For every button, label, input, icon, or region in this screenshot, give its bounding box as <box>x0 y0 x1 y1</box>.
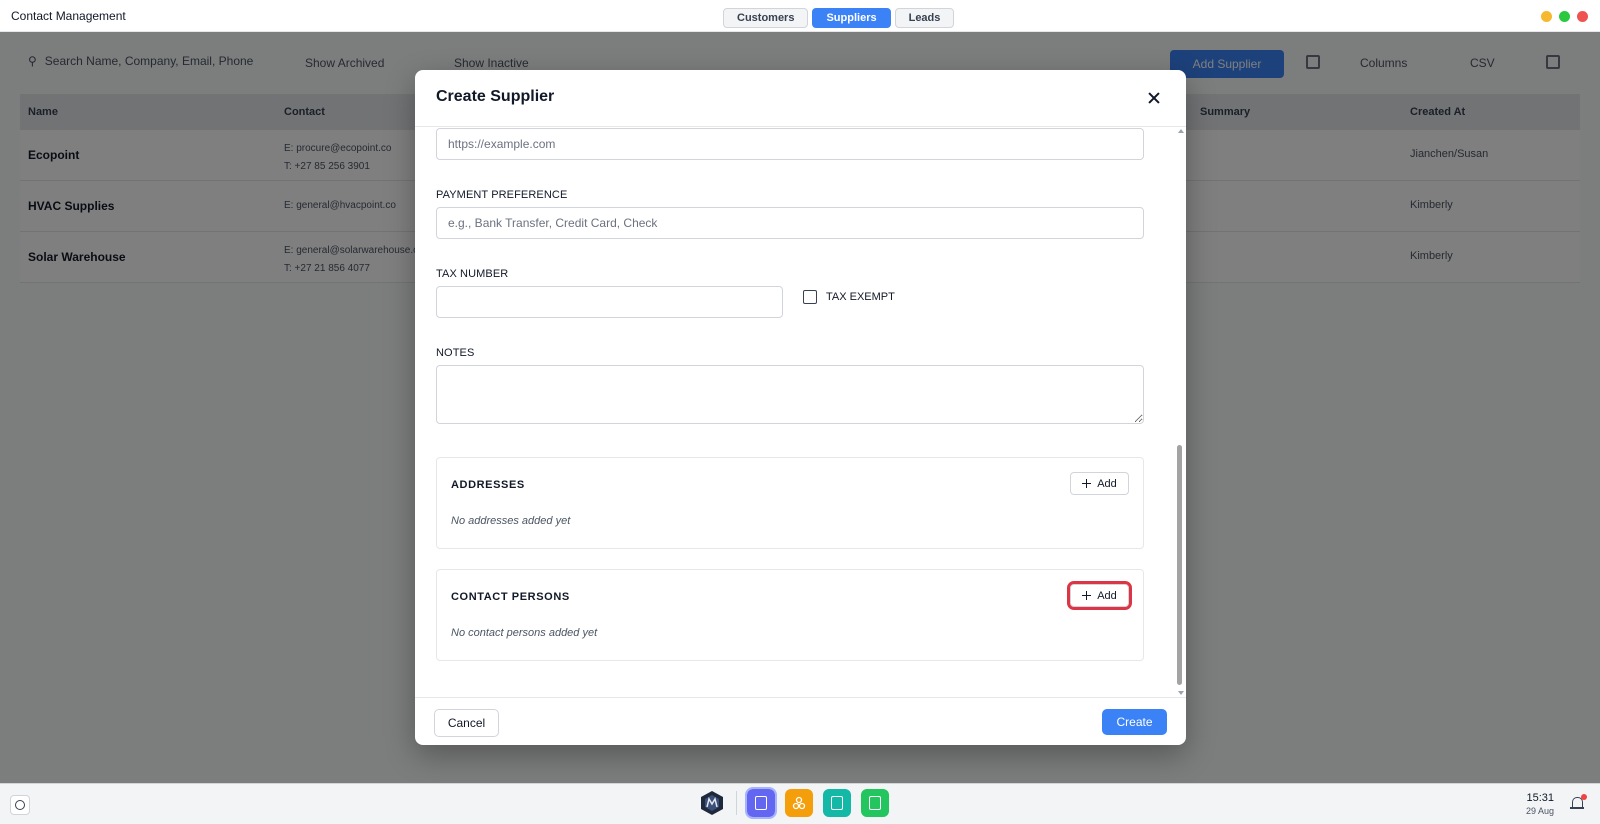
sheets-app-icon[interactable] <box>823 789 851 817</box>
window-title: Contact Management <box>11 9 126 23</box>
addresses-title: ADDRESSES <box>451 479 525 491</box>
scroll-thumb[interactable] <box>1177 445 1182 685</box>
contact-persons-empty-text: No contact persons added yet <box>451 627 598 639</box>
contact-persons-title: CONTACT PERSONS <box>451 591 570 603</box>
contacts-glyph <box>755 796 767 810</box>
website-input[interactable] <box>436 128 1144 160</box>
plus-icon <box>1082 479 1092 488</box>
addresses-section: ADDRESSES Add No addresses added yet <box>436 457 1144 549</box>
dialog-title: Create Supplier <box>436 88 555 105</box>
contacts-app-icon[interactable] <box>745 787 777 819</box>
add-address-label: Add <box>1097 477 1117 490</box>
tab-suppliers[interactable]: Suppliers <box>812 8 891 28</box>
dock <box>698 787 889 819</box>
cancel-button[interactable]: Cancel <box>434 709 499 737</box>
payment-preference-label: PAYMENT PREFERENCE <box>436 189 568 201</box>
title-bar: Contact Management Customers Suppliers L… <box>0 0 1600 32</box>
tab-leads[interactable]: Leads <box>894 8 955 28</box>
contact-persons-section: CONTACT PERSONS Add No contact persons a… <box>436 569 1144 661</box>
system-time: 15:31 <box>1526 792 1554 804</box>
tab-customers[interactable]: Customers <box>723 8 809 28</box>
launcher-logo-icon[interactable] <box>698 789 726 817</box>
tax-exempt-checkbox[interactable] <box>803 290 817 304</box>
add-contact-person-label: Add <box>1097 589 1117 602</box>
network-app-icon[interactable] <box>785 789 813 817</box>
create-supplier-dialog: Create Supplier PAYMENT PREFERENCE TAX N… <box>415 70 1186 745</box>
taskbar: 15:31 29 Aug <box>0 783 1600 824</box>
window-controls <box>1541 11 1588 22</box>
clipboard-glyph <box>869 796 881 810</box>
close-window-button[interactable] <box>1577 11 1588 22</box>
scroll-up-icon[interactable] <box>1178 129 1184 133</box>
history-clock-icon[interactable] <box>10 795 30 815</box>
payment-preference-input[interactable] <box>436 207 1144 239</box>
notification-badge <box>1581 794 1587 800</box>
module-tabs: Customers Suppliers Leads <box>723 8 955 28</box>
notes-textarea[interactable] <box>436 365 1144 424</box>
close-icon[interactable] <box>1142 86 1166 110</box>
dialog-scrollbar[interactable] <box>1176 127 1184 697</box>
addresses-empty-text: No addresses added yet <box>451 515 571 527</box>
tax-exempt-label: TAX EXEMPT <box>826 291 895 303</box>
add-address-button[interactable]: Add <box>1070 472 1129 495</box>
tax-number-input[interactable] <box>436 286 783 318</box>
notes-app-icon[interactable] <box>861 789 889 817</box>
system-date: 29 Aug <box>1525 806 1554 816</box>
scroll-down-icon[interactable] <box>1178 691 1184 695</box>
add-contact-person-button[interactable]: Add <box>1067 581 1132 610</box>
notes-label: NOTES <box>436 347 475 359</box>
create-button[interactable]: Create <box>1102 709 1167 735</box>
dialog-body[interactable]: PAYMENT PREFERENCE TAX NUMBER TAX EXEMPT… <box>415 127 1186 697</box>
network-glyph-icon <box>792 796 806 810</box>
tax-number-label: TAX NUMBER <box>436 268 509 280</box>
plus-icon <box>1082 591 1092 600</box>
maximize-button[interactable] <box>1559 11 1570 22</box>
dialog-header: Create Supplier <box>415 70 1186 127</box>
dialog-footer: Cancel Create <box>415 697 1186 745</box>
sheets-glyph <box>831 796 843 810</box>
dock-divider <box>736 791 737 815</box>
minimize-button[interactable] <box>1541 11 1552 22</box>
